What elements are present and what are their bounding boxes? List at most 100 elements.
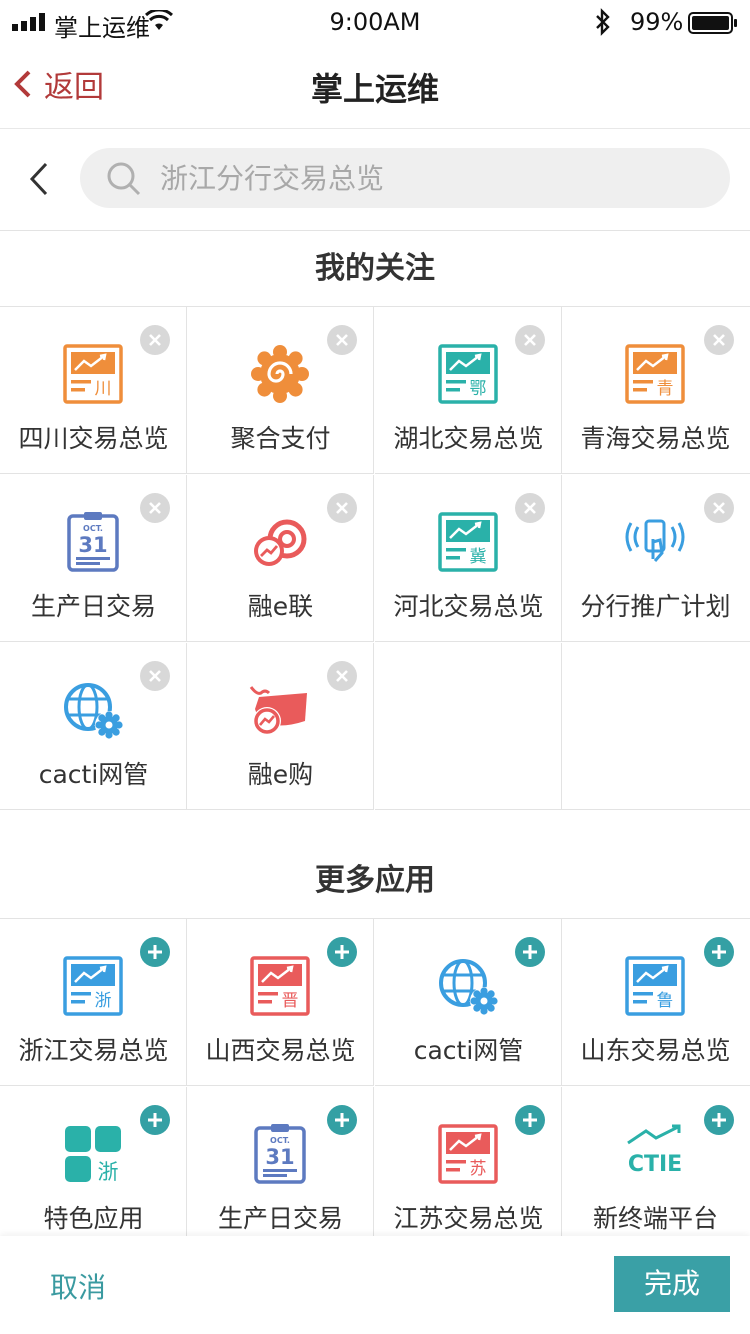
icon-badge-text: 浙 xyxy=(98,1160,119,1184)
more-apps-title: 更多应用 xyxy=(315,863,435,898)
calendar-day-text: 31 xyxy=(78,533,107,557)
add-button[interactable] xyxy=(140,937,170,967)
app-tile[interactable]: cacti网管 xyxy=(0,643,187,810)
remove-button[interactable] xyxy=(140,661,170,691)
remove-button[interactable] xyxy=(327,493,357,523)
app-tile[interactable]: 融e购 xyxy=(187,643,374,810)
search-input[interactable] xyxy=(160,148,700,208)
app-tile[interactable]: 聚合支付 xyxy=(187,307,374,474)
done-button[interactable]: 完成 xyxy=(614,1256,730,1312)
add-button[interactable] xyxy=(704,1105,734,1135)
chart-board-icon: 青 xyxy=(625,344,685,404)
phone-signal-icon xyxy=(625,519,685,562)
plus-icon xyxy=(335,945,349,959)
search-icon xyxy=(107,162,141,196)
plus-icon xyxy=(523,1113,537,1127)
search-box[interactable] xyxy=(80,148,730,208)
app-tile[interactable]: CTIE 新终端平台 xyxy=(562,1087,750,1254)
add-button[interactable] xyxy=(140,1105,170,1135)
app-tile[interactable]: 青青海交易总览 xyxy=(562,307,750,474)
battery-percent: 99% xyxy=(630,8,684,36)
my-follows-grid: 川四川交易总览 聚合支付鄂湖北交易总览青青海交易总览 OCT. 31 生产日交易 融e联冀… xyxy=(0,306,750,811)
search-row xyxy=(0,128,750,231)
calendar-month-text: OCT. xyxy=(270,1136,290,1145)
app-tile-label: 浙江交易总览 xyxy=(18,1036,169,1065)
app-tile[interactable]: 川四川交易总览 xyxy=(0,307,187,474)
add-button[interactable] xyxy=(515,1105,545,1135)
chart-board-icon: 浙 xyxy=(63,956,123,1016)
app-tile[interactable]: 晋山西交易总览 xyxy=(187,919,374,1086)
icon-badge-text: 晋 xyxy=(282,991,299,1011)
app-tile[interactable]: cacti网管 xyxy=(375,919,562,1086)
cancel-button[interactable]: 取消 xyxy=(50,1266,106,1306)
empty-tile xyxy=(562,643,750,810)
globe-gear-icon xyxy=(64,683,123,739)
app-tile[interactable]: 融e联 xyxy=(187,475,374,642)
plus-icon xyxy=(148,945,162,959)
add-button[interactable] xyxy=(327,937,357,967)
add-button[interactable] xyxy=(327,1105,357,1135)
app-tile[interactable]: 浙特色应用 xyxy=(0,1087,187,1254)
calendar-day-text: 31 xyxy=(265,1145,294,1169)
app-tile-label: 聚合支付 xyxy=(230,424,331,453)
app-tile-label: 山东交易总览 xyxy=(580,1036,731,1065)
app-tile[interactable]: OCT. 31 生产日交易 xyxy=(0,475,187,642)
plus-icon xyxy=(148,1113,162,1127)
app-tile[interactable]: 浙浙江交易总览 xyxy=(0,919,187,1086)
remove-button[interactable] xyxy=(515,493,545,523)
app-tile-label: 生产日交易 xyxy=(217,1204,343,1233)
app-tile[interactable]: 分行推广计划 xyxy=(562,475,750,642)
tiles-icon: 浙 xyxy=(65,1126,121,1184)
icon-badge-text: 苏 xyxy=(470,1159,487,1179)
page-title: 掌上运维 xyxy=(310,70,439,108)
remove-button[interactable] xyxy=(327,325,357,355)
chart-board-icon: 鲁 xyxy=(625,956,685,1016)
icon-badge-text: 鲁 xyxy=(657,991,674,1011)
app-tile-label: 生产日交易 xyxy=(30,592,156,621)
remove-button[interactable] xyxy=(515,325,545,355)
section-gap xyxy=(0,810,750,838)
close-icon xyxy=(149,502,161,514)
icon-badge-text: 川 xyxy=(95,379,112,399)
close-icon xyxy=(336,670,348,682)
add-button[interactable] xyxy=(515,937,545,967)
rong-e-lian-icon xyxy=(254,519,307,566)
app-tile-label: 融e联 xyxy=(247,592,314,621)
icon-badge-text: 浙 xyxy=(95,991,112,1011)
chart-board-icon: 晋 xyxy=(250,956,310,1016)
remove-button[interactable] xyxy=(704,493,734,523)
remove-button[interactable] xyxy=(140,493,170,523)
close-icon xyxy=(713,334,725,346)
chart-board-icon: 苏 xyxy=(438,1124,498,1184)
app-tile[interactable]: 鲁山东交易总览 xyxy=(562,919,750,1086)
more-apps-grid: 浙浙江交易总览晋山西交易总览 cacti网管鲁山东交易总览浙特色应用 OCT. 31 生… xyxy=(0,918,750,1255)
close-icon xyxy=(149,334,161,346)
my-follows-title: 我的关注 xyxy=(315,251,435,286)
app-tile[interactable]: 鄂湖北交易总览 xyxy=(375,307,562,474)
whale-chart-icon xyxy=(249,686,307,735)
app-tile-label: 青海交易总览 xyxy=(580,424,731,453)
bluetooth-icon xyxy=(596,8,610,36)
close-icon xyxy=(713,502,725,514)
remove-button[interactable] xyxy=(140,325,170,355)
app-tile[interactable]: 冀河北交易总览 xyxy=(375,475,562,642)
app-tile[interactable]: OCT. 31 生产日交易 xyxy=(187,1087,374,1254)
add-button[interactable] xyxy=(704,937,734,967)
remove-button[interactable] xyxy=(327,661,357,691)
calendar-icon: OCT.31 xyxy=(67,512,119,572)
globe-gear-icon xyxy=(439,959,498,1015)
remove-button[interactable] xyxy=(704,325,734,355)
icon-badge-text: 鄂 xyxy=(470,379,487,399)
sun-swirl-icon xyxy=(251,345,309,403)
app-tile-label: 江苏交易总览 xyxy=(393,1204,544,1233)
chart-board-icon: 鄂 xyxy=(438,344,498,404)
app-tile[interactable]: 苏江苏交易总览 xyxy=(375,1087,562,1254)
calendar-month-text: OCT. xyxy=(83,524,103,533)
search-back-button[interactable] xyxy=(26,160,52,198)
icon-badge-text: 冀 xyxy=(470,547,487,567)
close-icon xyxy=(524,334,536,346)
plus-icon xyxy=(523,945,537,959)
close-icon xyxy=(336,334,348,346)
plus-icon xyxy=(712,945,726,959)
bottom-action-bar: 取消 完成 xyxy=(0,1236,750,1334)
